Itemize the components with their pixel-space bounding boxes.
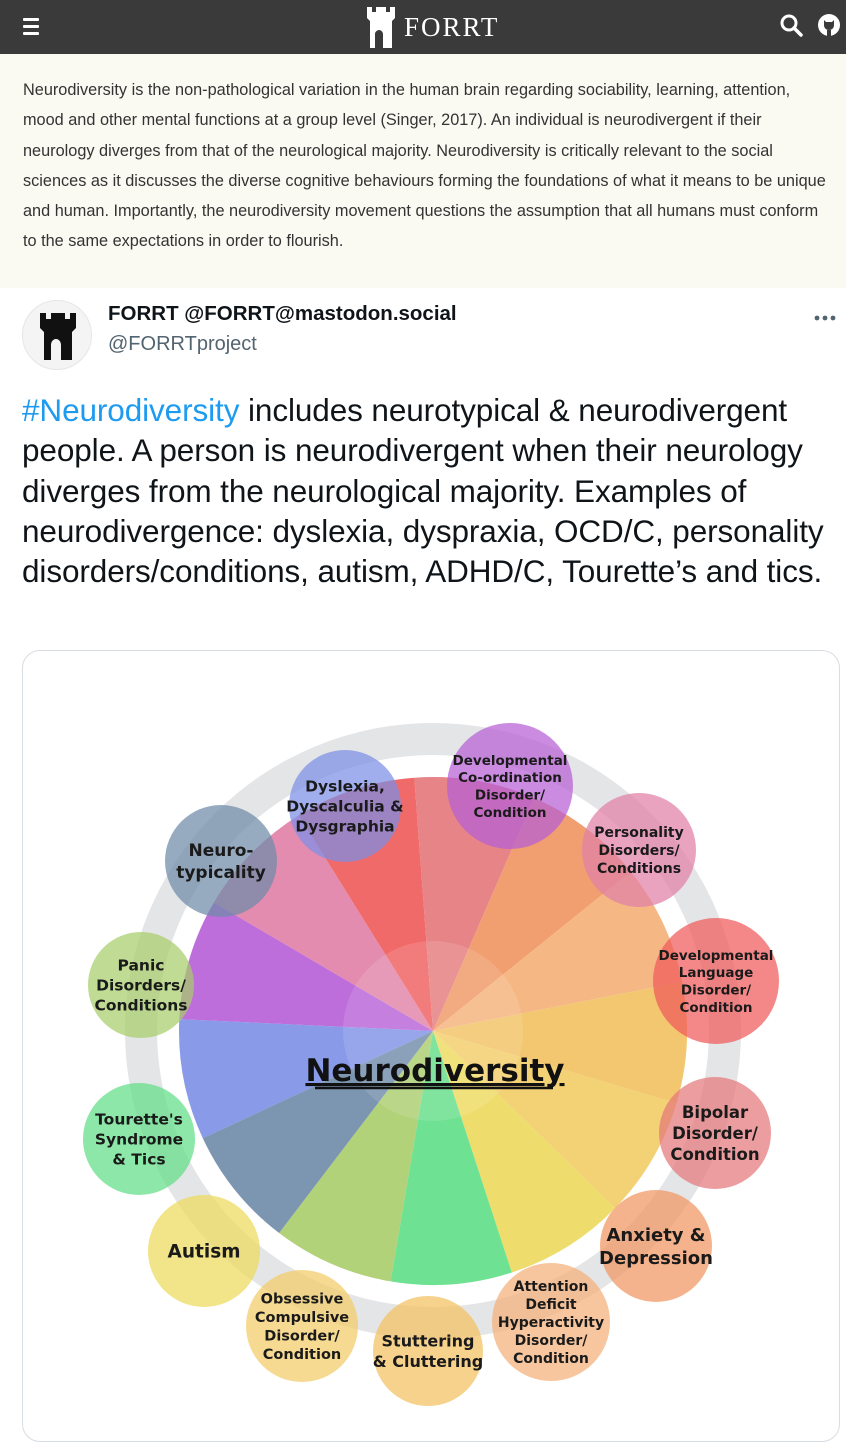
condition-label: Condition — [679, 1000, 752, 1016]
condition-label: Tourette's — [95, 1111, 183, 1129]
hashtag-link[interactable]: #Neurodiversity — [22, 392, 239, 428]
top-navigation-bar: FORRT — [0, 0, 846, 54]
site-title: FORRT — [404, 11, 500, 42]
github-icon[interactable] — [814, 12, 842, 40]
condition-label: Disorder/ — [475, 788, 545, 804]
condition-label: Conditions — [597, 861, 681, 877]
condition-label: Dyslexia, — [305, 778, 385, 796]
more-options-icon[interactable] — [808, 305, 842, 331]
condition-label: Condition — [513, 1351, 589, 1367]
post-handle[interactable]: @FORRTproject — [108, 333, 257, 356]
condition-label: Neuro- — [189, 841, 254, 861]
condition-label: Condition — [473, 805, 546, 821]
condition-label: Developmental — [453, 753, 568, 769]
condition-label: & Tics — [112, 1150, 165, 1168]
infographic-center-title: Neurodiversity — [305, 1053, 564, 1089]
condition-label: Condition — [263, 1347, 341, 1363]
site-brand[interactable]: FORRT — [366, 6, 499, 48]
condition-label: Dyscalculia & — [286, 798, 403, 816]
wheel-center-glow — [343, 941, 523, 1121]
neurodiversity-wheel-infographic: Dyslexia, Dyscalculia &Dysgraphia Developm… — [83, 723, 779, 1406]
condition-label: Disorder/ — [264, 1329, 340, 1345]
condition-label: Developmental — [659, 948, 774, 964]
forrt-avatar-castle-icon — [40, 313, 76, 360]
condition-label: Anxiety & — [606, 1225, 705, 1246]
condition-bubble — [600, 1190, 712, 1302]
condition-label: Deficit — [525, 1297, 577, 1313]
condition-label: Hyperactivity — [498, 1315, 604, 1331]
condition-label: typicality — [176, 863, 266, 883]
avatar[interactable] — [22, 300, 92, 370]
intro-section: Neurodiversity is the non-pathological v… — [0, 54, 846, 288]
condition-label: Disorder/ — [515, 1333, 589, 1349]
condition-label: Dysgraphia — [295, 817, 394, 835]
forrt-castle-logo-icon — [367, 7, 395, 48]
search-icon[interactable] — [778, 12, 806, 40]
condition-label: & Cluttering — [373, 1352, 484, 1371]
condition-label: Depression — [599, 1248, 713, 1269]
condition-label: Co-ordination — [458, 770, 562, 786]
condition-label: Condition — [670, 1145, 759, 1164]
condition-label: Disorders/ — [598, 843, 680, 859]
hamburger-menu-icon[interactable] — [20, 12, 46, 42]
condition-label: Disorder/ — [672, 1124, 759, 1143]
condition-label: Bipolar — [682, 1103, 749, 1122]
condition-label: Personality — [594, 825, 683, 841]
condition-label: Stuttering — [382, 1332, 475, 1351]
condition-label: Disorder/ — [681, 983, 751, 999]
condition-label: Autism — [168, 1242, 241, 1263]
condition-label: Language — [679, 965, 754, 981]
condition-label: Panic — [118, 957, 165, 975]
condition-label: Disorders/ — [96, 977, 186, 995]
condition-label: Syndrome — [95, 1131, 183, 1149]
condition-bubble — [373, 1296, 483, 1406]
post-media-card[interactable]: Dyslexia, Dyscalculia & Dysgraphia Developm… — [22, 650, 840, 1442]
condition-label: Obsessive — [261, 1291, 344, 1307]
post-text: #Neurodiversity includes neurotypical & … — [22, 390, 837, 591]
condition-label: Compulsive — [255, 1310, 349, 1326]
condition-bubble — [246, 1270, 358, 1382]
condition-label: Conditions — [94, 996, 187, 1014]
condition-label: Attention — [514, 1279, 589, 1295]
intro-paragraph: Neurodiversity is the non-pathological v… — [23, 81, 826, 251]
post-display-name[interactable]: FORRT @FORRT@mastodon.social — [108, 302, 457, 326]
